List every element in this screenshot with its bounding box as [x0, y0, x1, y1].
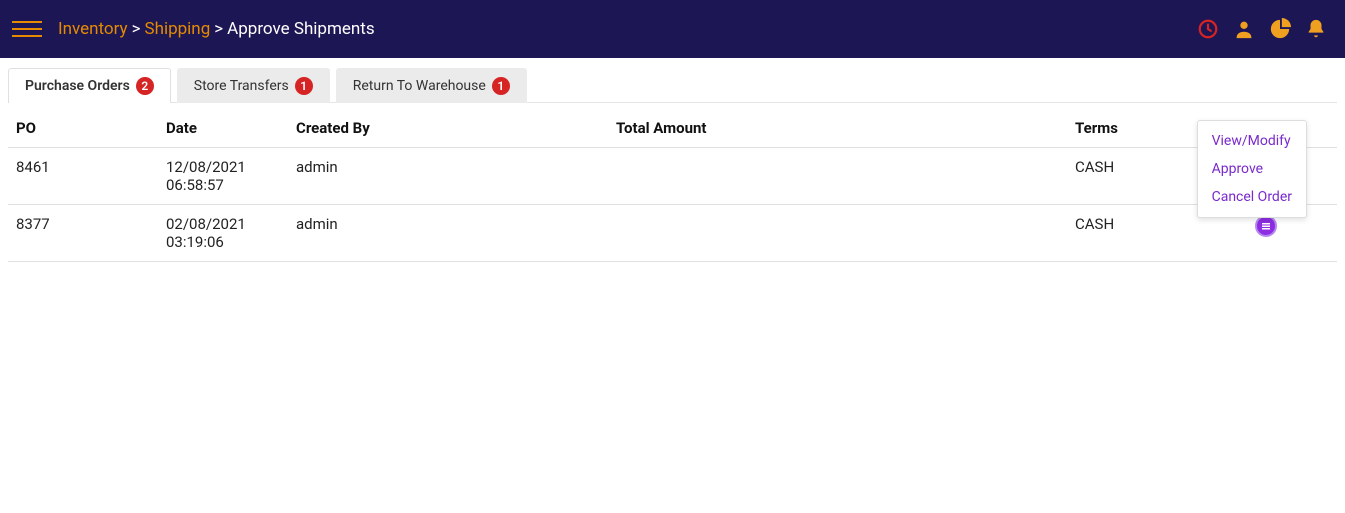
col-header-total-amount: Total Amount — [608, 109, 1067, 148]
action-approve[interactable]: Approve — [1198, 155, 1306, 183]
cell-total-amount — [608, 205, 1067, 262]
header-icons — [1197, 18, 1327, 40]
pie-chart-icon[interactable] — [1269, 18, 1291, 40]
tab-badge: 1 — [492, 77, 510, 95]
table-header-row: PO Date Created By Total Amount Terms Ac… — [8, 109, 1337, 148]
user-icon[interactable] — [1233, 18, 1255, 40]
col-header-created-by: Created By — [288, 109, 608, 148]
breadcrumb-sep: > — [132, 19, 141, 39]
shipments-table-wrap: PO Date Created By Total Amount Terms Ac… — [8, 109, 1337, 262]
cell-date: 02/08/2021 03:19:06 — [158, 205, 288, 262]
cell-total-amount — [608, 148, 1067, 205]
breadcrumb-current: Approve Shipments — [227, 19, 375, 39]
tab-badge: 2 — [136, 77, 154, 95]
tab-label: Purchase Orders — [25, 78, 130, 94]
main-content: Purchase Orders 2 Store Transfers 1 Retu… — [0, 58, 1345, 270]
cell-created-by: admin — [288, 205, 608, 262]
breadcrumb-link-inventory[interactable]: Inventory — [58, 19, 128, 39]
cell-date: 12/08/2021 06:58:57 — [158, 148, 288, 205]
hamburger-icon[interactable] — [12, 21, 42, 37]
cell-po: 8461 — [8, 148, 158, 205]
cell-po: 8377 — [8, 205, 158, 262]
cell-created-by: admin — [288, 148, 608, 205]
app-header: Inventory > Shipping > Approve Shipments — [0, 0, 1345, 58]
tab-label: Return To Warehouse — [353, 78, 486, 94]
tab-store-transfers[interactable]: Store Transfers 1 — [177, 68, 330, 103]
cell-action: View/Modify Approve Cancel Order — [1247, 148, 1337, 205]
col-header-date: Date — [158, 109, 288, 148]
bell-icon[interactable] — [1305, 18, 1327, 40]
table-row: 8461 12/08/2021 06:58:57 admin CASH View… — [8, 148, 1337, 205]
breadcrumb-link-shipping[interactable]: Shipping — [144, 19, 210, 39]
tab-return-to-warehouse[interactable]: Return To Warehouse 1 — [336, 68, 527, 103]
tabs: Purchase Orders 2 Store Transfers 1 Retu… — [8, 68, 1337, 103]
action-cancel-order[interactable]: Cancel Order — [1198, 183, 1306, 211]
tab-badge: 1 — [295, 77, 313, 95]
tab-label: Store Transfers — [194, 78, 289, 94]
action-view-modify[interactable]: View/Modify — [1198, 127, 1306, 155]
row-action-button[interactable] — [1255, 215, 1277, 237]
breadcrumb-sep: > — [214, 19, 223, 39]
breadcrumb: Inventory > Shipping > Approve Shipments — [58, 19, 1197, 39]
tab-purchase-orders[interactable]: Purchase Orders 2 — [8, 68, 171, 103]
col-header-po: PO — [8, 109, 158, 148]
shipments-table: PO Date Created By Total Amount Terms Ac… — [8, 109, 1337, 262]
action-menu: View/Modify Approve Cancel Order — [1197, 120, 1307, 218]
clock-icon[interactable] — [1197, 18, 1219, 40]
table-row: 8377 02/08/2021 03:19:06 admin CASH — [8, 205, 1337, 262]
